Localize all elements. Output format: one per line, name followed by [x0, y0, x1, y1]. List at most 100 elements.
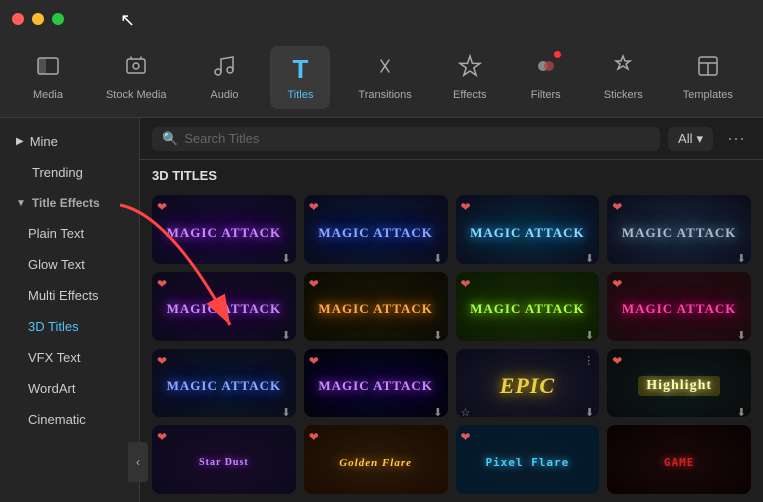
download-icon[interactable]: ⬇ — [585, 406, 594, 418]
download-icon[interactable]: ⬇ — [282, 406, 291, 418]
card-thumb-text: Highlight — [638, 376, 720, 396]
chevron-down-icon: ▾ — [696, 131, 703, 147]
download-icon[interactable]: ⬇ — [433, 252, 442, 264]
sidebar-item-trending[interactable]: Trending — [0, 157, 139, 188]
search-input-wrapper: 🔍 — [152, 127, 660, 151]
card-thumb-text: MAGIC ATTACK — [167, 378, 281, 394]
download-icon[interactable]: ⬇ — [737, 329, 746, 341]
stickers-icon — [611, 54, 635, 85]
card-star-dust[interactable]: ❤Star DustStar Dust — [152, 425, 296, 494]
section-title: 3D TITLES — [140, 160, 763, 187]
card-more-button[interactable]: ⋮ — [583, 354, 594, 367]
card-thumb-mp02: ❤MAGIC ATTACK⬇ — [152, 272, 296, 341]
close-button[interactable] — [12, 13, 24, 25]
card-mp08[interactable]: ❤MAGIC ATTACK⬇Magic Particle Title 08 — [456, 272, 600, 341]
card-mp03[interactable]: ❤MAGIC ATTACK⬇Magic Particle Title 03 — [607, 195, 751, 264]
card-thumb-text: MAGIC ATTACK — [167, 225, 281, 241]
sidebar-item-plain-text[interactable]: Plain Text — [0, 218, 139, 249]
sidebar-item-vfx-text[interactable]: VFX Text — [0, 342, 139, 373]
download-icon[interactable]: ⬇ — [282, 329, 291, 341]
heart-icon[interactable]: ❤ — [309, 430, 319, 444]
toolbar-filters[interactable]: Filters — [516, 46, 576, 109]
card-golden-flare[interactable]: ❤ Golden FlareGolden Flare — [304, 425, 448, 494]
download-icon[interactable]: ⬇ — [282, 252, 291, 264]
search-input[interactable] — [184, 131, 650, 146]
download-icon[interactable]: ⬇ — [585, 252, 594, 264]
templates-icon — [696, 54, 720, 85]
sidebar-plain-text-label: Plain Text — [28, 226, 84, 241]
card-star-icon[interactable]: ☆ — [461, 406, 471, 418]
heart-icon[interactable]: ❤ — [461, 200, 471, 214]
sidebar-item-mine[interactable]: ▶ Mine — [0, 126, 139, 157]
sidebar-item-wordart[interactable]: WordArt — [0, 373, 139, 404]
filter-label: All — [678, 131, 692, 146]
sidebar-title-effects-label: Title Effects — [32, 196, 100, 210]
card-thumb-text: MAGIC ATTACK — [318, 378, 432, 394]
heart-icon[interactable]: ❤ — [612, 277, 622, 291]
download-icon[interactable]: ⬇ — [737, 406, 746, 418]
sidebar-item-title-effects[interactable]: ▼ Title Effects — [0, 188, 139, 218]
toolbar-stock-media[interactable]: Stock Media — [94, 46, 179, 109]
card-mp09[interactable]: ❤MAGIC ATTACK⬇Magic Particle Title 09 — [304, 195, 448, 264]
card-mf04[interactable]: ❤Highlight⬇Metal Flare 04 — [607, 349, 751, 418]
toolbar-effects[interactable]: Effects — [440, 46, 500, 109]
heart-icon[interactable]: ❤ — [309, 354, 319, 368]
more-options-button[interactable]: ··· — [721, 126, 751, 151]
maximize-button[interactable] — [52, 13, 64, 25]
stock-media-label: Stock Media — [106, 89, 167, 101]
sidebar-item-3d-titles[interactable]: 3D Titles — [0, 311, 139, 342]
card-mp05[interactable]: ❤MAGIC ATTACK⬇Magic Particle Title 05 — [152, 349, 296, 418]
download-icon[interactable]: ⬇ — [585, 329, 594, 341]
card-thumb-mp06: ❤ MAGIC ATTACK⬇ — [304, 349, 448, 418]
toolbar: Media Stock Media Audio T Titles — [0, 38, 763, 118]
card-thumb-mf01: EPIC⋮☆⬇ — [456, 349, 600, 418]
card-mp10[interactable]: ❤MAGIC ATTACK⬇Magic Particle Title 10 — [152, 195, 296, 264]
titles-icon: T — [292, 54, 308, 85]
toolbar-stickers[interactable]: Stickers — [592, 46, 655, 109]
filter-dropdown[interactable]: All ▾ — [668, 127, 713, 151]
heart-icon[interactable]: ❤ — [157, 354, 167, 368]
sidebar-collapse-button[interactable]: ‹ — [128, 442, 148, 482]
card-mp04[interactable]: ❤MAGIC ATTACK⬇Magic Particle Title 04 — [456, 195, 600, 264]
heart-icon[interactable]: ❤ — [157, 277, 167, 291]
toolbar-titles[interactable]: T Titles — [270, 46, 330, 109]
card-mp01[interactable]: ❤MAGIC ATTACK⬇Magic Particle Title 01 — [304, 272, 448, 341]
heart-icon[interactable]: ❤ — [612, 354, 622, 368]
toolbar-media[interactable]: Media — [18, 46, 78, 109]
toolbar-templates[interactable]: Templates — [671, 46, 745, 109]
sidebar-item-multi-effects[interactable]: Multi Effects — [0, 280, 139, 311]
chevron-right-icon: ▶ — [16, 136, 24, 147]
heart-icon[interactable]: ❤ — [461, 430, 471, 444]
toolbar-transitions[interactable]: Transitions — [346, 46, 423, 109]
card-mp02[interactable]: ❤MAGIC ATTACK⬇Magic Particle Title 02 — [152, 272, 296, 341]
stock-media-icon — [124, 54, 148, 85]
heart-icon[interactable]: ❤ — [157, 430, 167, 444]
heart-icon[interactable]: ❤ — [309, 200, 319, 214]
heart-icon[interactable]: ❤ — [309, 277, 319, 291]
card-mf01[interactable]: EPIC⋮☆⬇Metal Flare 01 — [456, 349, 600, 418]
card-thumb-text: Golden Flare — [339, 457, 412, 469]
card-thumb-text: MAGIC ATTACK — [470, 225, 584, 241]
content-area: 🔍 All ▾ ··· 3D TITLES ❤MAGIC ATTACK⬇Magi… — [140, 118, 763, 502]
toolbar-audio[interactable]: Audio — [194, 46, 254, 109]
card-thumb-mp05: ❤MAGIC ATTACK⬇ — [152, 349, 296, 418]
card-thumb-text: MAGIC ATTACK — [167, 301, 281, 317]
heart-icon[interactable]: ❤ — [612, 200, 622, 214]
effects-label: Effects — [453, 89, 486, 101]
sidebar-item-glow-text[interactable]: Glow Text — [0, 249, 139, 280]
card-thumb-golden-flare: ❤ Golden Flare — [304, 425, 448, 494]
card-mp07[interactable]: ❤MAGIC ATTACK⬇Magic Particle Title 07 — [607, 272, 751, 341]
sidebar-item-cinematic[interactable]: Cinematic — [0, 404, 139, 435]
sidebar-trending-label: Trending — [32, 165, 83, 180]
download-icon[interactable]: ⬇ — [433, 329, 442, 341]
card-game[interactable]: GAMEGame — [607, 425, 751, 494]
download-icon[interactable]: ⬇ — [737, 252, 746, 264]
download-icon[interactable]: ⬇ — [433, 406, 442, 418]
sidebar-mine-label: Mine — [30, 134, 58, 149]
heart-icon[interactable]: ❤ — [157, 200, 167, 214]
minimize-button[interactable] — [32, 13, 44, 25]
heart-icon[interactable]: ❤ — [461, 277, 471, 291]
card-thumb-mp01: ❤MAGIC ATTACK⬇ — [304, 272, 448, 341]
card-mp06[interactable]: ❤MAGIC ATTACK⬇Magic Particle Title 06 — [304, 349, 448, 418]
card-pixel-flare[interactable]: ❤Pixel FlarePixel Flare — [456, 425, 600, 494]
